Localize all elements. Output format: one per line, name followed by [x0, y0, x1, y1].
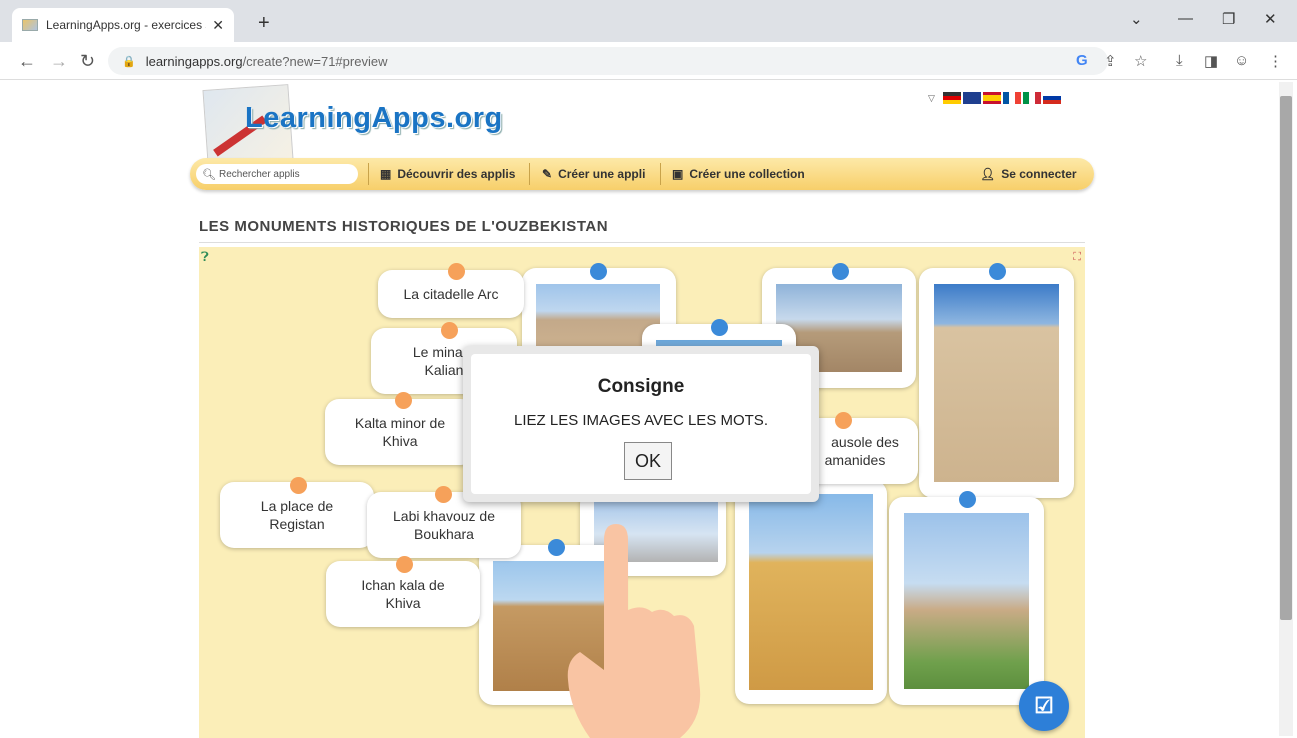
side-panel-icon[interactable]: ◨: [1204, 52, 1218, 70]
new-tab-button[interactable]: +: [258, 12, 270, 35]
photo-shahrisabz: [904, 513, 1029, 689]
word-label: Kalian: [424, 362, 464, 378]
favicon-icon: [22, 19, 38, 31]
dropdown-triangle-icon[interactable]: ▽: [928, 93, 935, 104]
app-title: LES MONUMENTS HISTORIQUES DE L'OUZBEKIST…: [199, 218, 609, 235]
ok-button[interactable]: OK: [624, 442, 672, 480]
image-connector-dot[interactable]: [959, 491, 976, 508]
search-placeholder: Rechercher applis: [218, 168, 300, 180]
instruction-dialog: Consigne LIEZ LES IMAGES AVEC LES MOTS. …: [463, 346, 819, 502]
lock-icon: 🔒: [122, 55, 136, 68]
flag-english-icon[interactable]: [962, 92, 981, 104]
tap-hand-icon: [567, 524, 701, 738]
image-connector-dot[interactable]: [711, 319, 728, 336]
site-logo[interactable]: LearningApps.org: [245, 102, 503, 135]
word-connector-dot[interactable]: [835, 412, 852, 429]
menu-divider: [660, 163, 661, 185]
word-connector-dot[interactable]: [441, 322, 458, 339]
tab-title: LearningApps.org - exercices sco: [46, 18, 206, 32]
menu-dots-icon[interactable]: ⋮: [1268, 52, 1283, 70]
search-icon: 🔍︎: [202, 168, 216, 181]
word-connector-dot[interactable]: [290, 477, 307, 494]
word-label: La citadelle Arc: [403, 286, 499, 302]
image-connector-dot[interactable]: [590, 263, 607, 280]
image-card-shahrisabz[interactable]: [889, 497, 1044, 705]
minimize-button[interactable]: —: [1178, 10, 1193, 27]
word-label: Kalta minor de: [354, 415, 446, 431]
browser-tab[interactable]: LearningApps.org - exercices sco ✕: [12, 8, 234, 42]
language-flags: ▽: [928, 92, 1061, 104]
discover-apps-link[interactable]: ▦ Découvrir des applis: [380, 167, 515, 181]
user-icon: 👤︎: [980, 167, 996, 181]
word-label: ausole des: [831, 434, 899, 450]
create-collection-label: Créer une collection: [689, 167, 805, 181]
flag-russian-icon[interactable]: [1042, 92, 1061, 104]
url-bar[interactable]: 🔒 learningapps.org/create?new=71#preview: [108, 47, 1108, 75]
site-menu-bar: 🔍︎ Rechercher applis ▦ Découvrir des app…: [190, 158, 1094, 190]
photo-kalyan: [749, 494, 873, 690]
word-label: Ichan kala de: [361, 577, 445, 593]
dialog-panel: Consigne LIEZ LES IMAGES AVEC LES MOTS. …: [471, 354, 811, 494]
word-card-kalta-minor[interactable]: Kalta minor de Khiva: [325, 399, 475, 465]
login-link[interactable]: 👤︎ Se connecter: [980, 167, 1077, 181]
tab-close-icon[interactable]: ✕: [212, 17, 224, 34]
browser-tab-bar: LearningApps.org - exercices sco ✕ + ⌄ —…: [0, 0, 1297, 42]
create-collection-link[interactable]: ▣ Créer une collection: [672, 167, 805, 181]
share-icon[interactable]: ⇪: [1104, 52, 1117, 70]
photo-ark: [934, 284, 1059, 482]
login-label: Se connecter: [1001, 167, 1077, 181]
word-label: Boukhara: [414, 526, 474, 542]
image-card-kalyan[interactable]: [735, 480, 887, 704]
close-window-button[interactable]: ✕: [1264, 10, 1277, 28]
url-host: learningapps.org: [145, 53, 243, 69]
search-input[interactable]: 🔍︎ Rechercher applis: [196, 164, 358, 184]
restore-button[interactable]: ❐: [1222, 10, 1235, 28]
create-app-label: Créer une appli: [558, 167, 646, 181]
bookmark-star-icon[interactable]: ☆: [1134, 52, 1147, 70]
scrollbar-thumb[interactable]: [1280, 96, 1292, 620]
pencil-icon: ✎: [542, 167, 553, 181]
reload-icon[interactable]: ↻: [80, 51, 95, 72]
word-connector-dot[interactable]: [448, 263, 465, 280]
dialog-title: Consigne: [597, 376, 685, 397]
word-label: amanides: [824, 452, 886, 468]
url-path: /create?new=71#preview: [242, 53, 388, 69]
forward-arrow-icon[interactable]: →: [50, 51, 68, 72]
word-connector-dot[interactable]: [395, 392, 412, 409]
word-label: Khiva: [385, 595, 421, 611]
word-label: Khiva: [382, 433, 418, 449]
word-label: La place de: [260, 498, 334, 514]
address-toolbar: ← → ↻ 🔒 learningapps.org/create?new=71#p…: [0, 42, 1297, 80]
check-answers-button[interactable]: ☑︎: [1019, 681, 1069, 731]
dialog-text: LIEZ LES IMAGES AVEC LES MOTS.: [514, 412, 768, 429]
flag-italian-icon[interactable]: [1022, 92, 1041, 104]
help-icon[interactable]: ❓︎: [201, 249, 217, 265]
collection-icon: ▣: [672, 167, 684, 181]
image-connector-dot[interactable]: [989, 263, 1006, 280]
discover-apps-label: Découvrir des applis: [397, 167, 516, 181]
flag-spanish-icon[interactable]: [982, 92, 1001, 104]
profile-avatar-icon[interactable]: ☺: [1234, 52, 1249, 69]
menu-divider: [529, 163, 530, 185]
flag-german-icon[interactable]: [942, 92, 961, 104]
image-connector-dot[interactable]: [832, 263, 849, 280]
download-icon[interactable]: ⤓: [1176, 52, 1183, 69]
google-icon[interactable]: G: [1076, 52, 1088, 69]
tab-search-icon[interactable]: ⌄: [1130, 10, 1143, 28]
flag-french-icon[interactable]: [1002, 92, 1021, 104]
back-arrow-icon[interactable]: ←: [18, 51, 36, 72]
title-divider: [199, 242, 1085, 243]
word-label: Labi khavouz de: [393, 508, 495, 524]
word-label: Registan: [269, 516, 325, 532]
fullscreen-icon[interactable]: ⛶: [1073, 251, 1081, 264]
word-connector-dot[interactable]: [396, 556, 413, 573]
create-app-link[interactable]: ✎ Créer une appli: [542, 167, 645, 181]
grid-icon: ▦: [380, 167, 392, 181]
word-connector-dot[interactable]: [435, 486, 452, 503]
menu-divider: [368, 163, 369, 185]
image-card-ark[interactable]: [919, 268, 1074, 498]
